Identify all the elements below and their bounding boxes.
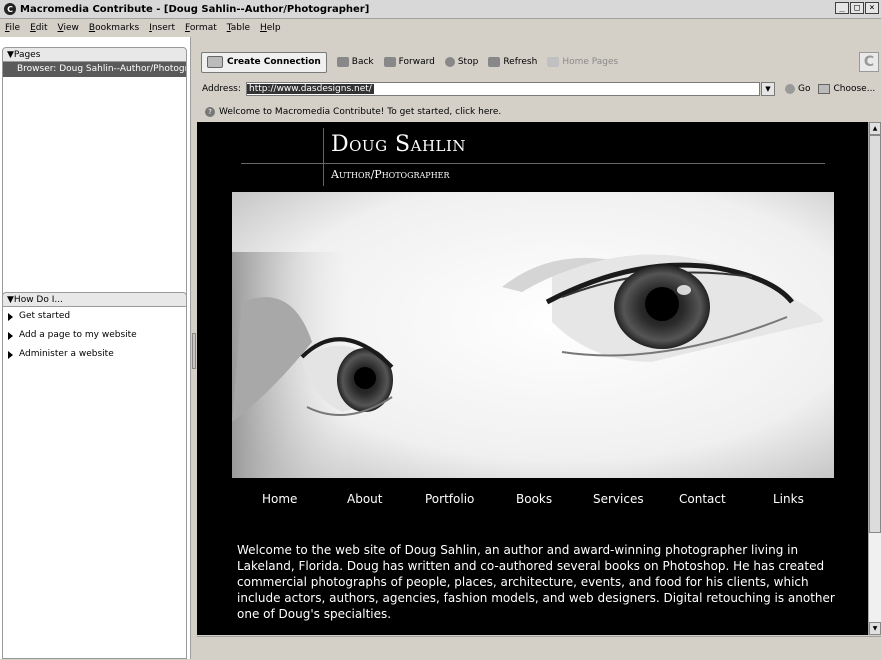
window-title: Macromedia Contribute - [Doug Sahlin--Au… [20,3,370,15]
howdoi-item-get-started[interactable]: Get started [3,307,186,326]
expand-triangle-icon [8,312,13,321]
maximize-button[interactable]: □ [850,2,864,14]
home-pages-label: Home Pages [562,57,619,67]
contribute-logo-icon: C [859,52,879,72]
menu-insert[interactable]: Insert [144,23,180,33]
close-button[interactable]: × [865,2,879,14]
scroll-thumb[interactable] [869,135,881,533]
howdoi-item-label: Administer a website [19,349,114,359]
welcome-text: Welcome to Macromedia Contribute! To get… [219,107,502,117]
forward-arrow-icon [383,57,396,67]
back-label: Back [351,57,374,67]
pages-panel-header[interactable]: ▼Pages [2,47,187,62]
sidebar-splitter[interactable] [190,37,197,659]
collapse-triangle-icon: ▼ [7,50,14,60]
address-value: http://www.dasdesigns.net/ [247,83,374,94]
splitter-grip-icon[interactable] [192,333,196,369]
choose-folder-icon [818,83,831,94]
connection-icon [207,56,223,68]
howdoi-panel-header[interactable]: ▼How Do I... [2,292,187,307]
nav-home-link[interactable]: Home [262,492,297,506]
menu-file[interactable]: File [0,23,25,33]
howdoi-item-label: Get started [19,311,71,321]
collapse-triangle-icon: ▼ [7,295,14,305]
site-navigation: Home About Portfolio Books Services Cont… [197,492,868,510]
scroll-up-button[interactable]: ▲ [869,122,881,135]
nav-contact-link[interactable]: Contact [679,492,726,506]
howdoi-item-administer[interactable]: Administer a website [3,345,186,364]
pages-item-label: Browser: Doug Sahlin--Author/Photographe… [17,64,186,74]
title-bar: C Macromedia Contribute - [Doug Sahlin--… [0,0,881,19]
nav-books-link[interactable]: Books [516,492,552,506]
home-pages-button[interactable]: Home Pages [547,57,618,67]
sidebar: ▼Pages Browser: Doug Sahlin--Author/Phot… [0,37,190,659]
hero-eyes-image [232,192,834,478]
menu-bar: File Edit View Bookmarks Insert Format T… [0,19,881,36]
stop-label: Stop [457,57,479,67]
eyes-photo-illustration [232,192,834,478]
create-connection-button[interactable]: Create Connection [201,51,327,73]
browser-toolbar: Create Connection Back Forward Stop Refr… [197,50,881,74]
back-arrow-icon [336,57,349,67]
menu-bookmarks[interactable]: Bookmarks [84,23,144,33]
refresh-icon [488,57,501,67]
howdoi-item-add-page[interactable]: Add a page to my website [3,326,186,345]
scroll-down-button[interactable]: ▼ [869,622,881,635]
go-label: Go [798,83,811,94]
pages-item-browser[interactable]: Browser: Doug Sahlin--Author/Photographe… [3,62,186,77]
address-label: Address: [202,83,241,94]
howdoi-panel-title: How Do I... [13,295,63,305]
stop-button[interactable]: Stop [444,57,479,67]
expand-triangle-icon [8,350,13,359]
nav-portfolio-link[interactable]: Portfolio [425,492,474,506]
address-dropdown-button[interactable]: ▼ [761,81,775,96]
back-button[interactable]: Back [336,57,374,67]
welcome-bar[interactable]: ? Welcome to Macromedia Contribute! To g… [197,103,881,121]
info-icon: ? [205,107,215,117]
go-arrow-icon [785,83,795,94]
browser-viewport: Doug Sahlin Author/Photographer Home Abo… [197,122,868,635]
go-button[interactable]: Go [785,83,811,94]
forward-button[interactable]: Forward [383,57,435,67]
contribute-app-icon: C [4,3,16,15]
howdoi-item-label: Add a page to my website [19,330,137,340]
status-bar [197,636,881,660]
stop-icon [444,57,455,67]
choose-label: Choose... [833,83,876,94]
address-bar: Address: http://www.dasdesigns.net/ ▼ Go… [197,78,881,99]
forward-label: Forward [398,57,435,67]
nav-services-link[interactable]: Services [593,492,644,506]
menu-format[interactable]: Format [180,23,222,33]
header-divider-vertical [323,128,324,186]
site-name: Doug Sahlin [331,132,467,157]
site-subtitle: Author/Photographer [331,168,450,181]
menu-table[interactable]: Table [222,23,255,33]
choose-button[interactable]: Choose... [818,83,876,94]
create-connection-label: Create Connection [227,57,321,67]
expand-triangle-icon [8,331,13,340]
pages-panel-title: Pages [13,50,41,60]
menu-edit[interactable]: Edit [25,23,52,33]
menu-help[interactable]: Help [255,23,286,33]
window-controls: _ □ × [835,2,879,14]
site-intro-text: Welcome to the web site of Doug Sahlin, … [237,543,835,621]
vertical-scrollbar[interactable]: ▲ ▼ [868,122,881,635]
address-input[interactable]: http://www.dasdesigns.net/ [246,81,760,96]
nav-about-link[interactable]: About [347,492,382,506]
howdoi-panel: Get started Add a page to my website Adm… [2,307,187,659]
refresh-label: Refresh [503,57,538,67]
pages-panel: Browser: Doug Sahlin--Author/Photographe… [2,62,187,320]
minimize-button[interactable]: _ [835,2,849,14]
menu-view[interactable]: View [53,23,84,33]
header-divider-horizontal [241,163,825,164]
refresh-button[interactable]: Refresh [488,57,537,67]
nav-links-link[interactable]: Links [773,492,804,506]
home-pages-icon [547,57,560,67]
